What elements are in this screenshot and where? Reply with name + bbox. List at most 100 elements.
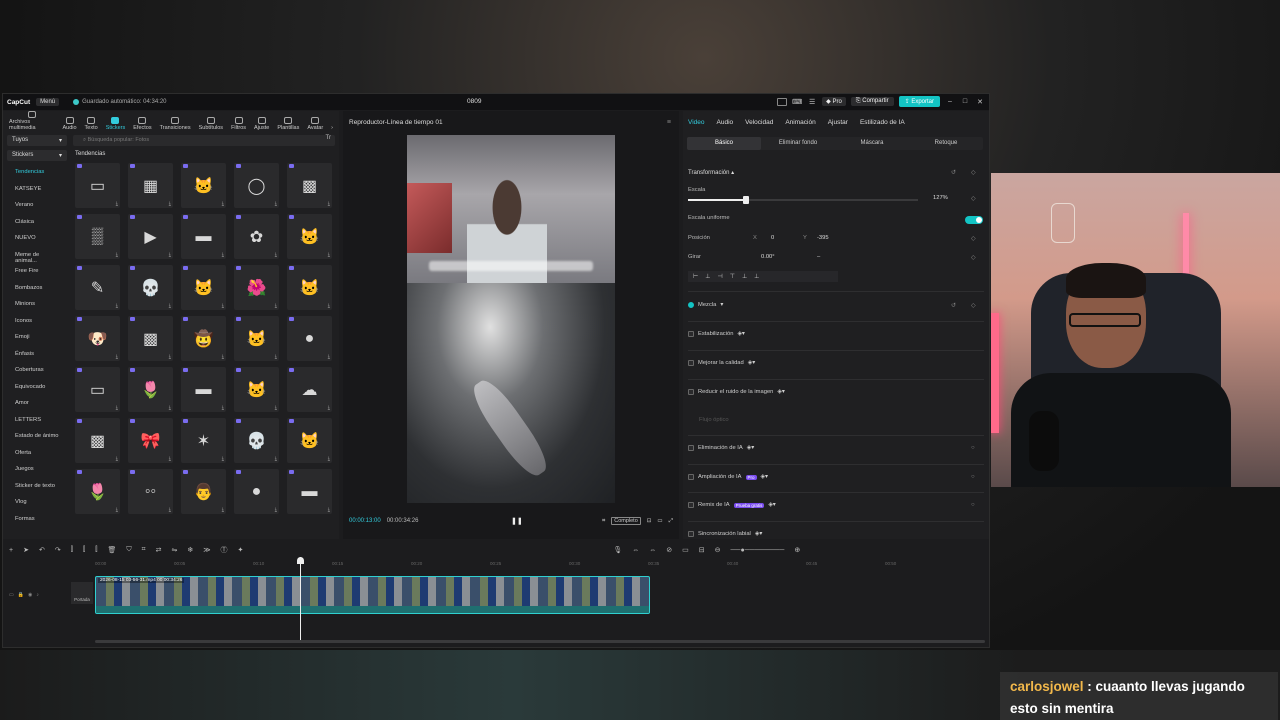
scale-slider[interactable] [688,196,918,204]
download-icon[interactable]: ⤓ [169,252,171,258]
ai-feature-checkbox[interactable] [688,474,694,480]
sticker-search-input[interactable]: ⌕ Búsqueda popular: Fotos Tr [73,135,335,146]
align-icon[interactable]: ⊥ [754,273,759,280]
sticker-item[interactable]: ☁ ⤓ [287,367,332,412]
download-icon[interactable]: ⤓ [328,201,330,207]
sticker-item[interactable]: 🐱 ⤓ [287,418,332,463]
ratio-icon[interactable]: ▭ [657,518,662,524]
download-icon[interactable]: ⤓ [328,354,330,360]
reset-icon[interactable]: ○ [971,502,975,508]
category-item[interactable]: Equivocado [7,380,67,397]
category-item[interactable]: Tendencias [7,165,67,182]
tab-avatar[interactable]: Avatar [304,117,326,131]
ai-feature-row[interactable]: Remix de IA Prueba gratis ◈▾ [688,502,776,508]
settings-icon[interactable]: ☰ [807,98,817,106]
layout-icon[interactable] [777,97,788,106]
cover-button[interactable]: Portada [71,582,93,604]
tab-subtitles[interactable]: Subtítulos [196,117,226,131]
caption-icon[interactable]: ▭ [682,546,689,554]
category-item[interactable]: Juegos [7,462,67,479]
category-item[interactable]: Oferta [7,446,67,463]
download-icon[interactable]: ⤓ [116,456,118,462]
delete-icon[interactable]: 🗑 [107,546,116,554]
download-icon[interactable]: ⤓ [169,201,171,207]
download-icon[interactable]: ⤓ [169,303,171,309]
sticker-item[interactable]: ▦ ⤓ [128,163,173,208]
player-menu-icon[interactable]: ≡ [667,119,671,126]
category-item[interactable]: Bombazos [7,281,67,298]
ai-feature-checkbox[interactable] [688,531,694,537]
download-icon[interactable]: ⤓ [275,507,277,513]
download-icon[interactable]: ⤓ [116,303,118,309]
sticker-item[interactable]: ▭ ⤓ [75,163,120,208]
sticker-item[interactable]: 🌺 ⤓ [234,265,279,310]
speed-icon[interactable]: ≫ [203,546,210,554]
align-icon[interactable]: ⊢ [693,273,698,280]
tab-5[interactable]: Estilizado de IA [860,119,905,126]
tab-effects[interactable]: Efectos [130,117,154,131]
keyframe-icon[interactable]: ◇ [971,235,976,242]
magnet-icon[interactable]: ⇔ [649,547,656,554]
audio-icon[interactable]: ♪ [36,592,39,598]
add-track-icon[interactable]: + [9,547,13,554]
uniform-scale-toggle[interactable] [965,216,983,224]
freeze-icon[interactable]: ❄ [187,546,193,554]
download-icon[interactable]: ⤓ [222,456,224,462]
download-icon[interactable]: ⤓ [222,354,224,360]
keyframe-icon[interactable]: ◇ [971,195,976,202]
sticker-item[interactable]: 👨 ⤓ [181,469,226,514]
tab-media[interactable]: Archivos multimedia [6,111,57,131]
download-icon[interactable]: ⤓ [275,252,277,258]
ratio-button[interactable]: Completo [611,517,641,525]
feature-row[interactable]: Mejorar la calidad ◈▾ [688,360,755,366]
category-item[interactable]: LETTERS [7,413,67,430]
tab-1[interactable]: Audio [717,119,734,126]
sticker-item[interactable]: ▩ ⤓ [287,163,332,208]
export-button[interactable]: ⇪ Exportar [898,96,940,107]
subtab-1[interactable]: Eliminar fondo [761,137,835,150]
sticker-item[interactable]: 🎀 ⤓ [128,418,173,463]
tab-transitions[interactable]: Transiciones [157,117,194,131]
download-icon[interactable]: ⤓ [222,405,224,411]
download-icon[interactable]: ⤓ [222,252,224,258]
download-icon[interactable]: ⤓ [116,252,118,258]
download-icon[interactable]: ⤓ [275,303,277,309]
undo-icon[interactable]: ↶ [39,546,45,554]
stickers-select[interactable]: Stickers ▾ [7,150,67,161]
feature-row[interactable]: Estabilización ◈▾ [688,331,745,337]
download-icon[interactable]: ⤓ [275,405,277,411]
mic-icon[interactable]: 🎙 [613,546,622,554]
download-icon[interactable]: ⤓ [169,456,171,462]
download-icon[interactable]: ⤓ [328,405,330,411]
subtab-0[interactable]: Básico [687,137,761,150]
sticker-item[interactable]: ▩ ⤓ [128,316,173,361]
category-item[interactable]: Iconos [7,314,67,331]
download-icon[interactable]: ⤓ [328,252,330,258]
category-item[interactable]: Amor [7,396,67,413]
download-icon[interactable]: ⤓ [222,201,224,207]
align-icon[interactable]: ⊥ [705,273,710,280]
category-item[interactable]: Free Fire [7,264,67,281]
shield-icon[interactable]: ⛉ [126,546,131,554]
reset-icon[interactable]: ↺ [951,302,956,309]
minimize-icon[interactable]: – [945,98,955,105]
timeline-ruler[interactable]: 00:00 00:05 00:10 00:15 00:20 00:25 00:30 00:35… [95,559,989,569]
playhead[interactable] [297,557,304,640]
sticker-item[interactable]: ▭ ⤓ [75,367,120,412]
sticker-item[interactable]: 🐱 ⤓ [234,316,279,361]
tab-audio[interactable]: Audio [59,117,79,131]
pos-y-value[interactable]: -395 [817,235,829,241]
transform-header[interactable]: Transformación ▴ [688,169,734,176]
feature-checkbox[interactable] [688,389,694,395]
category-item[interactable]: Meme de animal... [7,248,67,265]
select-tool-icon[interactable]: ➤ [23,546,29,554]
sticker-item[interactable]: 🐱 ⤓ [287,214,332,259]
sticker-item[interactable]: ◯ ⤓ [234,163,279,208]
fit-icon[interactable]: ⊟ [699,546,705,554]
tab-2[interactable]: Velocidad [745,119,773,126]
category-item[interactable]: Sticker de texto [7,479,67,496]
align-icon[interactable]: ⊤ [730,273,735,280]
close-icon[interactable]: ✕ [975,98,985,106]
download-icon[interactable]: ⤓ [222,507,224,513]
category-item[interactable]: KATSEYE [7,182,67,199]
